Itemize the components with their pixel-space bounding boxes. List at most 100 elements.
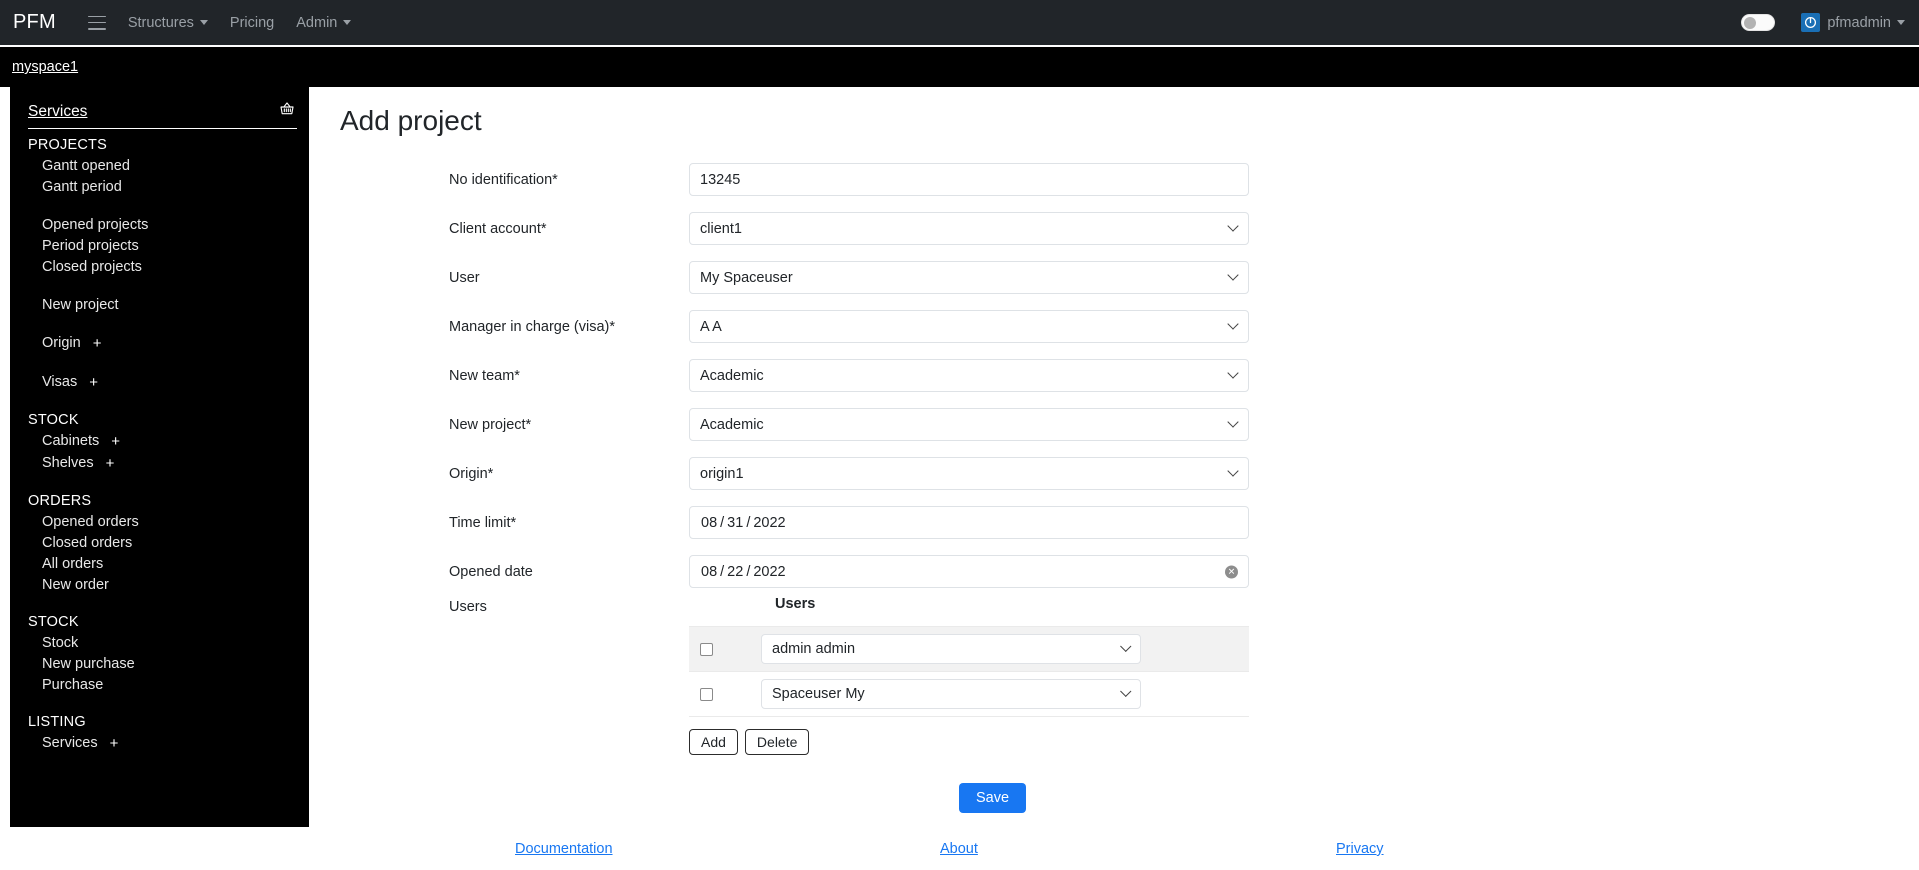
- user-menu[interactable]: pfmadmin: [1801, 13, 1905, 32]
- opened-date-input[interactable]: 08 / 22 / 2022 ✕: [689, 555, 1249, 588]
- sidebar-item-opened-projects[interactable]: Opened projects: [10, 214, 309, 235]
- label-client-account: Client account*: [449, 220, 547, 237]
- app-brand[interactable]: PFM: [13, 11, 56, 34]
- table-cell-user: admin admin: [761, 626, 1249, 672]
- nav-item-structures[interactable]: Structures: [128, 15, 208, 31]
- sidebar-item-label: Origin: [42, 335, 81, 351]
- sidebar-item-services[interactable]: Services +: [10, 732, 309, 754]
- navbar-right: pfmadmin: [1741, 13, 1905, 32]
- field-row-users: Users Users: [309, 596, 1919, 626]
- label-new-project: New project*: [449, 416, 532, 433]
- new-team-select[interactable]: Academic: [689, 359, 1249, 392]
- add-plus-icon[interactable]: +: [89, 374, 98, 391]
- field-row-no-identification: No identification*: [309, 155, 1919, 204]
- user-row-select[interactable]: admin admin: [761, 634, 1141, 664]
- add-plus-icon[interactable]: +: [106, 455, 115, 472]
- field-row-user: User My Spaceuser: [309, 253, 1919, 302]
- sidebar-item-label: New project: [42, 296, 119, 313]
- user-row-value: admin admin: [772, 641, 856, 657]
- sidebar-item-label: Closed projects: [42, 258, 142, 275]
- sidebar-item-stock[interactable]: Stock: [10, 632, 309, 653]
- footer-link-about[interactable]: About: [940, 841, 978, 857]
- row-checkbox[interactable]: [700, 687, 713, 701]
- sidebar-item-closed-orders[interactable]: Closed orders: [10, 532, 309, 553]
- field-row-manager: Manager in charge (visa)* A A: [309, 302, 1919, 351]
- chevron-down-icon: [1119, 640, 1131, 652]
- sidebar-header-title[interactable]: Services: [28, 103, 87, 121]
- sidebar-item-all-orders[interactable]: All orders: [10, 553, 309, 574]
- sidebar-item-label: Cabinets: [42, 433, 100, 449]
- no-identification-input[interactable]: [689, 163, 1249, 196]
- sidebar-nav: PROJECTS Gantt opened Gantt period Opened p…: [10, 135, 309, 754]
- nav-item-label: Pricing: [229, 14, 275, 31]
- field-row-new-team: New team* Academic: [309, 351, 1919, 400]
- add-plus-icon[interactable]: +: [93, 335, 102, 352]
- new-project-select[interactable]: Academic: [689, 408, 1249, 441]
- time-limit-day[interactable]: 31: [726, 515, 744, 531]
- client-account-select[interactable]: client1: [689, 212, 1249, 245]
- origin-value: origin1: [700, 465, 744, 482]
- user-select[interactable]: My Spaceuser: [689, 261, 1249, 294]
- chevron-down-icon: [1227, 268, 1239, 281]
- add-plus-icon[interactable]: +: [110, 735, 119, 752]
- sidebar-item-label: Period projects: [42, 237, 139, 254]
- opened-date-month[interactable]: 08: [700, 564, 718, 580]
- sidebar-item-new-order[interactable]: New order: [10, 574, 309, 595]
- sidebar-item-label: Closed orders: [42, 534, 133, 551]
- nav-item-pricing[interactable]: Pricing: [230, 15, 274, 31]
- sidebar-group-title-stock: STOCK: [28, 412, 79, 428]
- user-row-value: Spaceuser My: [772, 686, 865, 702]
- table-row: Spaceuser My: [689, 671, 1249, 717]
- footer-link-documentation[interactable]: Documentation: [515, 841, 613, 857]
- sidebar-item-shelves[interactable]: Shelves +: [10, 452, 309, 474]
- sidebar-item-closed-projects[interactable]: Closed projects: [10, 256, 309, 277]
- sidebar-item-label: Visas: [42, 374, 78, 390]
- field-row-time-limit: Time limit* 08 / 31 / 2022: [309, 498, 1919, 547]
- sidebar-item-label: All orders: [42, 555, 104, 572]
- theme-toggle[interactable]: [1741, 14, 1776, 31]
- sidebar-item-origin[interactable]: Origin +: [10, 332, 309, 354]
- time-limit-year[interactable]: 2022: [752, 515, 786, 531]
- opened-date-year[interactable]: 2022: [752, 564, 786, 580]
- add-user-button[interactable]: Add: [689, 729, 738, 755]
- sidebar-item-purchase[interactable]: Purchase: [10, 674, 309, 695]
- add-plus-icon[interactable]: +: [111, 433, 120, 450]
- sidebar-item-label: Gantt period: [42, 178, 122, 195]
- clear-circle-icon[interactable]: ✕: [1225, 565, 1238, 578]
- field-row-new-project: New project* Academic: [309, 400, 1919, 449]
- user-name-label: pfmadmin: [1827, 14, 1891, 31]
- row-checkbox[interactable]: [700, 642, 713, 656]
- shopping-basket-icon[interactable]: [279, 101, 295, 122]
- hamburger-icon[interactable]: [87, 15, 106, 30]
- delete-user-button[interactable]: Delete: [744, 729, 810, 755]
- sidebar-item-gantt-period[interactable]: Gantt period: [10, 176, 309, 197]
- sidebar-item-new-project[interactable]: New project: [10, 294, 309, 315]
- sidebar-item-opened-orders[interactable]: Opened orders: [10, 511, 309, 532]
- nav-item-label: Admin: [296, 14, 338, 31]
- sidebar-item-cabinets[interactable]: Cabinets +: [10, 430, 309, 452]
- opened-date-day[interactable]: 22: [726, 564, 744, 580]
- main-content: Add project No identification* Client ac…: [309, 87, 1919, 870]
- chevron-down-icon: [1227, 219, 1239, 232]
- sidebar-item-new-purchase[interactable]: New purchase: [10, 653, 309, 674]
- sidebar-item-label: Opened orders: [42, 513, 139, 530]
- label-new-team: New team*: [449, 367, 520, 384]
- sidebar-header: Services: [10, 101, 309, 122]
- time-limit-month[interactable]: 08: [700, 515, 718, 531]
- sidebar-item-gantt-opened[interactable]: Gantt opened: [10, 155, 309, 176]
- label-origin: Origin*: [449, 465, 494, 482]
- sidebar-item-period-projects[interactable]: Period projects: [10, 235, 309, 256]
- time-limit-date-input[interactable]: 08 / 31 / 2022: [689, 506, 1249, 539]
- save-button[interactable]: Save: [959, 783, 1027, 813]
- breadcrumb-link-myspace1[interactable]: myspace1: [12, 59, 78, 75]
- user-row-select[interactable]: Spaceuser My: [761, 679, 1141, 709]
- footer-link-privacy[interactable]: Privacy: [1336, 841, 1384, 857]
- table-cell-user: Spaceuser My: [761, 671, 1249, 717]
- manager-select[interactable]: A A: [689, 310, 1249, 343]
- origin-select[interactable]: origin1: [689, 457, 1249, 490]
- nav-item-admin[interactable]: Admin: [296, 14, 352, 31]
- label-user: User: [449, 269, 480, 286]
- sidebar-item-visas[interactable]: Visas +: [10, 371, 309, 393]
